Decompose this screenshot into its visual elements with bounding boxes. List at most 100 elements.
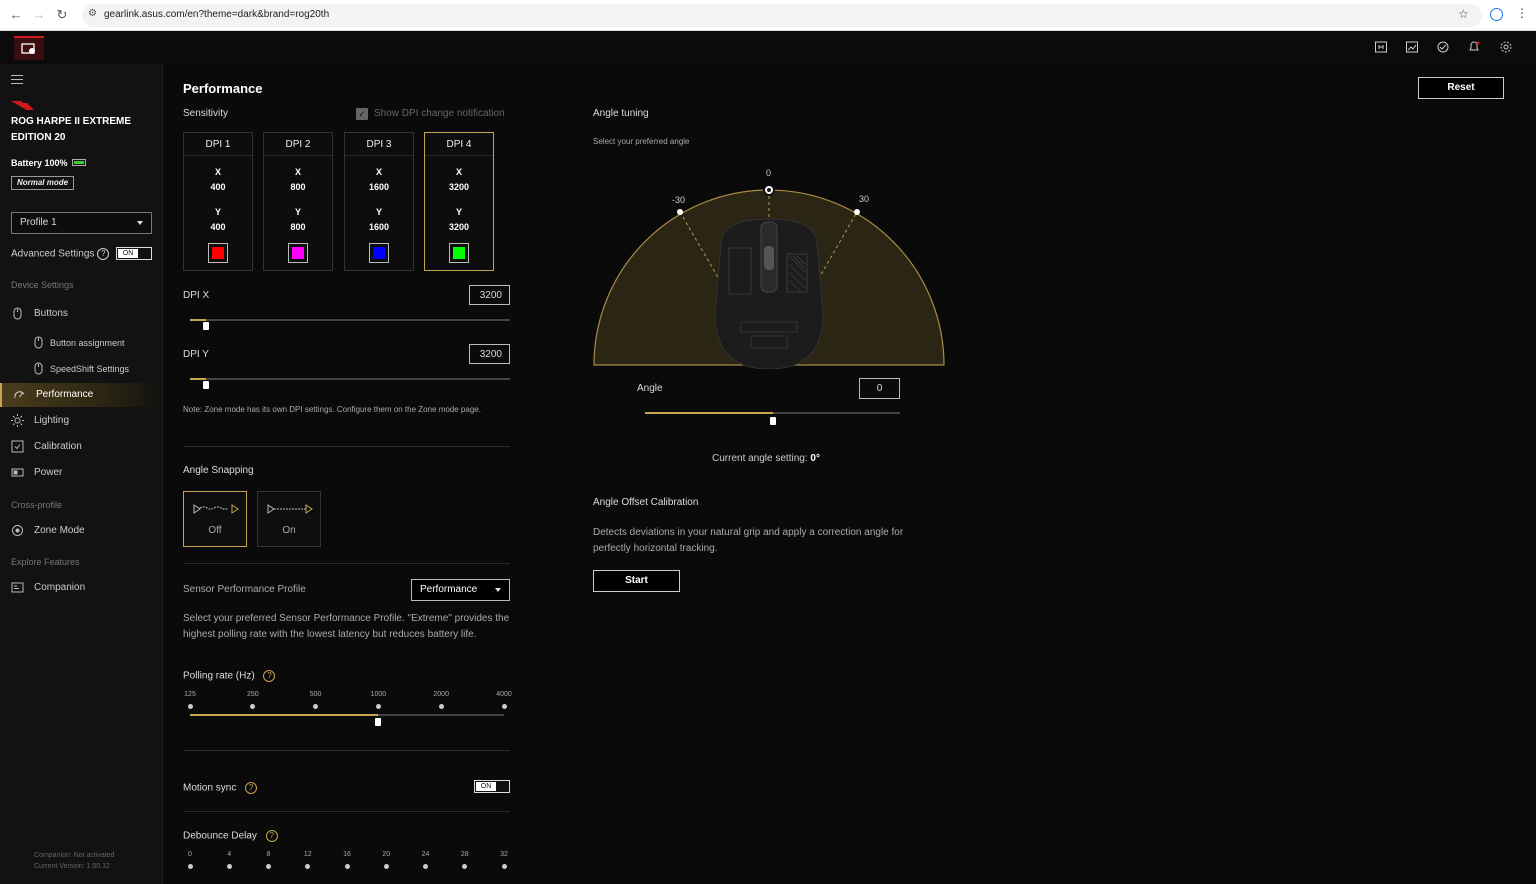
address-bar[interactable]: ⚙ gearlink.asus.com/en?theme=dark&brand=… xyxy=(82,4,1482,27)
calibration-icon xyxy=(11,440,24,453)
dpi-color-picker[interactable] xyxy=(208,243,228,263)
dpi-y-slider[interactable] xyxy=(190,378,510,389)
tick-dot[interactable] xyxy=(438,704,444,709)
advanced-settings-label: Advanced Settings xyxy=(11,248,95,260)
tick-dot[interactable] xyxy=(423,864,428,869)
dpi-y-slider-thumb[interactable] xyxy=(203,381,209,389)
sensor-profile-label: Sensor Performance Profile xyxy=(183,584,306,595)
notification-bell-icon[interactable] xyxy=(1467,40,1481,54)
browser-profile-icon[interactable] xyxy=(1490,8,1503,21)
tick-slider-thumb[interactable] xyxy=(375,718,382,726)
sidebar-item-zone-mode[interactable]: Zone Mode xyxy=(0,519,162,543)
cross-profile-label: Cross-profile xyxy=(11,500,63,510)
bookmark-star-icon[interactable]: ☆ xyxy=(1458,7,1469,21)
site-info-icon[interactable]: ⚙ xyxy=(88,8,100,22)
dpi-y-label: Y xyxy=(294,207,301,217)
tick-dot[interactable] xyxy=(226,864,232,869)
dpi-x-slider[interactable] xyxy=(190,319,510,330)
dpi-color-picker[interactable] xyxy=(449,243,469,263)
tick-label: 20 xyxy=(382,851,391,858)
forward-icon[interactable]: → xyxy=(31,7,47,23)
dpi-x-input[interactable]: 3200 xyxy=(469,285,510,305)
start-calibration-button[interactable]: Start xyxy=(593,570,680,592)
dpi-stage-card[interactable]: DPI 3 X 1600 Y 1600 xyxy=(344,132,414,271)
sensor-profile-select[interactable]: Performance xyxy=(411,579,510,601)
tick-dot[interactable] xyxy=(187,704,193,709)
sidebar: ROG HARPE II EXTREME EDITION 20 Battery … xyxy=(0,64,163,884)
reload-icon[interactable]: ↻ xyxy=(54,7,70,23)
dpi-y-input[interactable]: 3200 xyxy=(469,344,510,364)
gallery-icon[interactable] xyxy=(1405,40,1419,54)
back-icon[interactable]: ← xyxy=(8,7,24,23)
help-icon[interactable]: ? xyxy=(97,248,110,260)
lighting-icon xyxy=(11,414,24,427)
reset-button[interactable]: Reset xyxy=(1418,77,1504,99)
sidebar-item-calibration[interactable]: Calibration xyxy=(0,435,162,459)
dpi-notification-checkbox[interactable]: ✓ xyxy=(356,108,368,120)
sidebar-item-lighting[interactable]: Lighting xyxy=(0,409,162,433)
tick-label: 8 xyxy=(266,851,271,858)
card-divider xyxy=(345,155,413,156)
sidebar-item-buttons[interactable]: Buttons xyxy=(0,302,162,326)
angle-snapping-off-option[interactable]: Off xyxy=(183,491,247,547)
angle-slider-thumb[interactable] xyxy=(769,417,776,425)
browser-menu-icon[interactable]: ⋮ xyxy=(1516,6,1528,20)
tick-dot[interactable] xyxy=(462,864,468,869)
tick-label: 500 xyxy=(309,691,322,698)
angle-offset-title: Angle Offset Calibration xyxy=(593,497,699,508)
angle-slider[interactable] xyxy=(645,412,900,425)
tick-dot[interactable] xyxy=(313,704,319,709)
tick-dot[interactable] xyxy=(501,864,507,869)
tick-dot[interactable] xyxy=(375,704,381,709)
sidebar-item-power[interactable]: Power xyxy=(0,461,162,485)
help-icon[interactable]: ? xyxy=(245,782,258,794)
angle-dial[interactable]: -30 0 30 xyxy=(593,164,945,369)
angle-label: Angle xyxy=(637,383,663,394)
page-title: Performance xyxy=(183,81,263,96)
device-name: ROG HARPE II EXTREME EDITION 20 xyxy=(11,116,132,143)
tick-slider-track[interactable] xyxy=(190,714,504,726)
tick-dot[interactable] xyxy=(305,864,311,869)
snapping-on-icon xyxy=(267,504,313,514)
dpi-x-slider-fill xyxy=(190,319,206,321)
motion-sync-toggle[interactable]: ON xyxy=(474,780,510,793)
home-device-icon[interactable] xyxy=(1374,40,1388,54)
menu-icon[interactable] xyxy=(11,75,23,84)
sidebar-item-label: Calibration xyxy=(34,441,82,452)
tick-dot[interactable] xyxy=(187,864,193,869)
dpi-stage-name: DPI 2 xyxy=(285,139,311,150)
sidebar-item-performance[interactable]: Performance xyxy=(0,383,162,407)
sync-icon[interactable] xyxy=(1436,40,1450,54)
advanced-settings-toggle[interactable]: ON xyxy=(116,247,152,260)
dpi-color-swatch xyxy=(453,247,465,259)
armoury-logo-icon[interactable] xyxy=(14,36,44,60)
tick-dot[interactable] xyxy=(344,864,350,869)
help-icon[interactable]: ? xyxy=(265,830,278,842)
dpi-stage-card[interactable]: DPI 2 X 800 Y 800 xyxy=(263,132,333,271)
current-angle-prefix: Current angle setting: xyxy=(712,453,811,464)
dpi-color-picker[interactable] xyxy=(288,243,308,263)
dpi-x-slider-thumb[interactable] xyxy=(203,322,209,330)
tick-dot[interactable] xyxy=(501,704,507,709)
angle-input[interactable]: 0 xyxy=(859,378,900,399)
card-divider xyxy=(264,155,332,156)
chevron-down-icon xyxy=(495,588,501,592)
advanced-settings: Advanced Settings ? xyxy=(11,248,110,260)
tick-dot[interactable] xyxy=(266,864,271,869)
tick-dot[interactable] xyxy=(250,704,256,709)
tick-label: 250 xyxy=(246,691,259,698)
dpi-x-value: 1600 xyxy=(368,182,390,192)
angle-snapping-on-option[interactable]: On xyxy=(257,491,321,547)
settings-gear-icon[interactable] xyxy=(1499,40,1513,54)
mouse-icon xyxy=(34,362,43,375)
sidebar-item-button-assignment[interactable]: Button assignment xyxy=(0,331,162,355)
help-icon[interactable]: ? xyxy=(263,670,276,682)
tick-dot[interactable] xyxy=(383,864,389,869)
dpi-color-picker[interactable] xyxy=(369,243,389,263)
dpi-stage-card[interactable]: DPI 1 X 400 Y 400 xyxy=(183,132,253,271)
dpi-x-label: X xyxy=(375,167,382,177)
profile-select[interactable]: Profile 1 xyxy=(11,212,152,234)
sidebar-item-speedshift[interactable]: SpeedShift Settings xyxy=(0,357,162,381)
sidebar-item-companion[interactable]: Companion xyxy=(0,576,162,600)
dpi-stage-card-selected[interactable]: DPI 4 X 3200 Y 3200 xyxy=(424,132,494,271)
